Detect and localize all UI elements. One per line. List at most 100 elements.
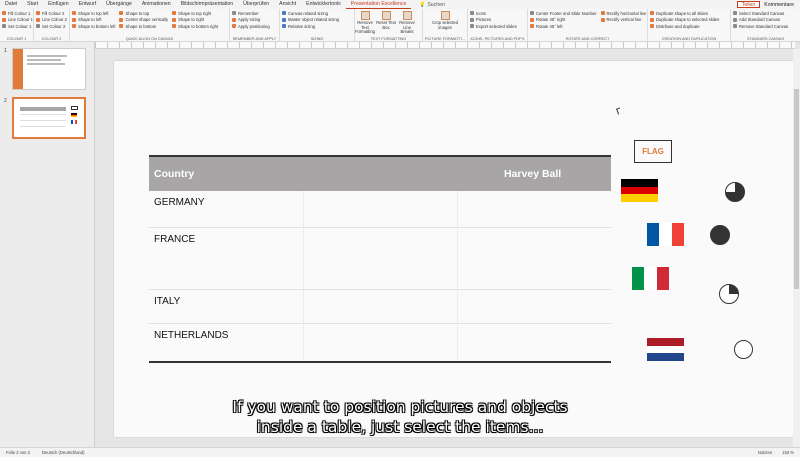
text-format-icon bbox=[360, 11, 370, 20]
shape-left-button[interactable]: Shape to left bbox=[72, 17, 115, 23]
master-sizing-button[interactable]: Master object related sizing bbox=[282, 17, 352, 23]
line-break-icon bbox=[402, 11, 412, 20]
relative-icon bbox=[282, 24, 286, 29]
group-label: TEXT FORMATTING bbox=[370, 37, 407, 41]
tab-animationen[interactable]: Animationen bbox=[137, 0, 176, 9]
reset-text-box-button[interactable]: Reset Text Box bbox=[376, 10, 396, 35]
thumbnail-number: 1 bbox=[4, 48, 7, 54]
group-rotate-correct: Center Footer and Slide Number Rotate 45… bbox=[528, 9, 648, 42]
slide-thumbnail-2[interactable] bbox=[12, 97, 86, 139]
table-column-divider bbox=[457, 191, 458, 362]
notes-button[interactable]: Notizen bbox=[758, 450, 772, 455]
table-column-divider bbox=[303, 191, 304, 362]
harvey-ball-netherlands[interactable] bbox=[734, 340, 753, 359]
vertical-scrollbar[interactable] bbox=[793, 49, 800, 447]
search-box[interactable]: 💡 Suchen bbox=[411, 2, 445, 8]
duplicate-icon bbox=[650, 11, 654, 15]
italy-flag[interactable] bbox=[632, 267, 669, 290]
center-vertically-button[interactable]: Center shape vertically bbox=[119, 17, 168, 23]
remove-standard-canvas-button[interactable]: Remove Standard Canvas bbox=[733, 23, 798, 29]
scrollbar-thumb[interactable] bbox=[794, 89, 799, 289]
set-colour-1-button[interactable]: Set Colour 1 bbox=[2, 23, 31, 29]
group-label: QUICK ALIGN ON CANVAS bbox=[125, 37, 174, 41]
harvey-ball-italy[interactable] bbox=[719, 284, 739, 304]
relative-sizing-button[interactable]: Relative sizing bbox=[282, 23, 352, 29]
tab-start[interactable]: Start bbox=[22, 0, 43, 9]
duplicate-selected-slides-button[interactable]: Duplicate shape to selected slides bbox=[650, 17, 728, 23]
shape-top-right-button[interactable]: Shape to top right bbox=[172, 10, 218, 16]
share-button[interactable]: Teilen bbox=[736, 1, 761, 8]
shape-bottom-button[interactable]: Shape to bottom bbox=[119, 23, 168, 29]
icons-button[interactable]: Icons bbox=[470, 10, 525, 16]
tab-ueberpruefen[interactable]: Überprüfen bbox=[238, 0, 274, 9]
table-row[interactable]: ITALY bbox=[149, 290, 611, 324]
shape-top-button[interactable]: Shape to top bbox=[119, 10, 168, 16]
remove-line-breaks-button[interactable]: Remove Line Breaks bbox=[397, 10, 417, 35]
tab-ansicht[interactable]: Ansicht bbox=[274, 0, 301, 9]
horizontal-ruler bbox=[95, 42, 795, 49]
line-colour-1-button[interactable]: Line Colour 1 bbox=[2, 17, 33, 23]
header-country: Country bbox=[154, 168, 195, 180]
shape-bottom-right-button[interactable]: Shape to bottom right bbox=[172, 23, 218, 29]
shape-bottom-left-button[interactable]: Shape to bottom left bbox=[72, 23, 115, 29]
pictures-button[interactable]: Pictures bbox=[470, 17, 525, 23]
shape-right-button[interactable]: Shape to right bbox=[172, 17, 218, 23]
france-flag[interactable] bbox=[647, 223, 684, 246]
fill-colour-2-button[interactable]: Fill Colour 2 bbox=[36, 10, 67, 16]
center-footer-button[interactable]: Center Footer and Slide Number bbox=[530, 10, 597, 16]
group-creation-duplication: Duplicate shape to all slides Duplicate … bbox=[648, 9, 731, 42]
country-name: ITALY bbox=[154, 296, 181, 307]
select-standard-canvas-button[interactable]: Select Standard Canvas bbox=[733, 10, 798, 16]
tab-presentation-excellence[interactable]: Presentation Excellence bbox=[345, 0, 412, 9]
apply-sizing-button[interactable]: Apply sizing bbox=[232, 17, 277, 23]
align-icon bbox=[72, 17, 76, 22]
rectify-horizontal-button[interactable]: Rectify horizontal line bbox=[600, 10, 646, 16]
rotate-left-button[interactable]: Rotate 45° left bbox=[530, 23, 597, 29]
table-header-row: Country Harvey Ball bbox=[149, 155, 611, 191]
harvey-ball-france[interactable] bbox=[710, 225, 730, 245]
germany-flag[interactable] bbox=[621, 179, 658, 203]
comments-button[interactable]: Kommentare bbox=[764, 2, 794, 8]
table-row[interactable]: NETHERLANDS bbox=[149, 324, 611, 360]
tab-bildschirmpraesentation[interactable]: Bildschirmpräsentation bbox=[176, 0, 238, 9]
icons-icon bbox=[470, 11, 474, 15]
set-colour-2-button[interactable]: Set Colour 2 bbox=[36, 23, 67, 29]
rotate-right-button[interactable]: Rotate 45° right bbox=[530, 17, 597, 23]
canvas-add-icon bbox=[733, 17, 737, 22]
subtitle-line-1: If you want to position pictures and obj… bbox=[232, 398, 568, 416]
zoom-level[interactable]: 153 % bbox=[782, 450, 794, 455]
language-indicator[interactable]: Deutsch (Deutschland) bbox=[42, 450, 85, 455]
group-colour-1: Fill Colour 1 Line Colour 1 Set Colour 1… bbox=[0, 9, 34, 42]
netherlands-flag[interactable] bbox=[647, 338, 684, 362]
table-row[interactable]: GERMANY bbox=[149, 191, 611, 228]
flag-label-box[interactable]: FLAG bbox=[634, 140, 672, 163]
tab-datei[interactable]: Datei bbox=[0, 0, 22, 9]
apply-positioning-button[interactable]: Apply positioning bbox=[232, 23, 277, 29]
tab-einfuegen[interactable]: Einfügen bbox=[43, 0, 73, 9]
distribute-duplicate-button[interactable]: Distribute and duplicate bbox=[650, 23, 728, 29]
canvas-sizing-button[interactable]: Canvas related sizing bbox=[282, 10, 352, 16]
duplicate-icon bbox=[650, 17, 654, 22]
rectify-vertical-button[interactable]: Rectify vertical line bbox=[600, 17, 647, 23]
country-table[interactable]: Country Harvey Ball GERMANY FRANCE ITALY… bbox=[149, 155, 611, 360]
harvey-ball-germany[interactable] bbox=[725, 182, 745, 202]
crop-images-button[interactable]: Crop selected images bbox=[430, 10, 460, 30]
line-colour-2-button[interactable]: Line Colour 2 bbox=[36, 17, 67, 23]
remove-text-formatting-button[interactable]: Remove Text Formatting bbox=[355, 10, 375, 35]
export-slides-button[interactable]: Export selected slides bbox=[470, 23, 525, 29]
duplicate-all-slides-button[interactable]: Duplicate shape to all slides bbox=[650, 10, 728, 16]
picture-icon bbox=[470, 17, 474, 22]
tab-entwicklertools[interactable]: Entwicklertools bbox=[301, 0, 346, 9]
group-label: STANDARD CANVAS bbox=[747, 37, 784, 41]
shape-top-left-button[interactable]: Shape to top left bbox=[72, 10, 115, 16]
fill-icon bbox=[2, 11, 6, 15]
align-icon bbox=[119, 11, 124, 15]
group-text-formatting: Remove Text Formatting Reset Text Box Re… bbox=[355, 9, 423, 42]
remember-button[interactable]: Remember bbox=[232, 10, 277, 16]
add-standard-canvas-button[interactable]: Add Standard Canvas bbox=[733, 17, 798, 23]
tab-uebergaenge[interactable]: Übergänge bbox=[101, 0, 137, 9]
table-row[interactable]: FRANCE bbox=[149, 228, 611, 290]
tab-entwurf[interactable]: Entwurf bbox=[74, 0, 102, 9]
fill-colour-1-button[interactable]: Fill Colour 1 bbox=[2, 10, 31, 16]
slide-thumbnail-1[interactable] bbox=[12, 48, 86, 90]
